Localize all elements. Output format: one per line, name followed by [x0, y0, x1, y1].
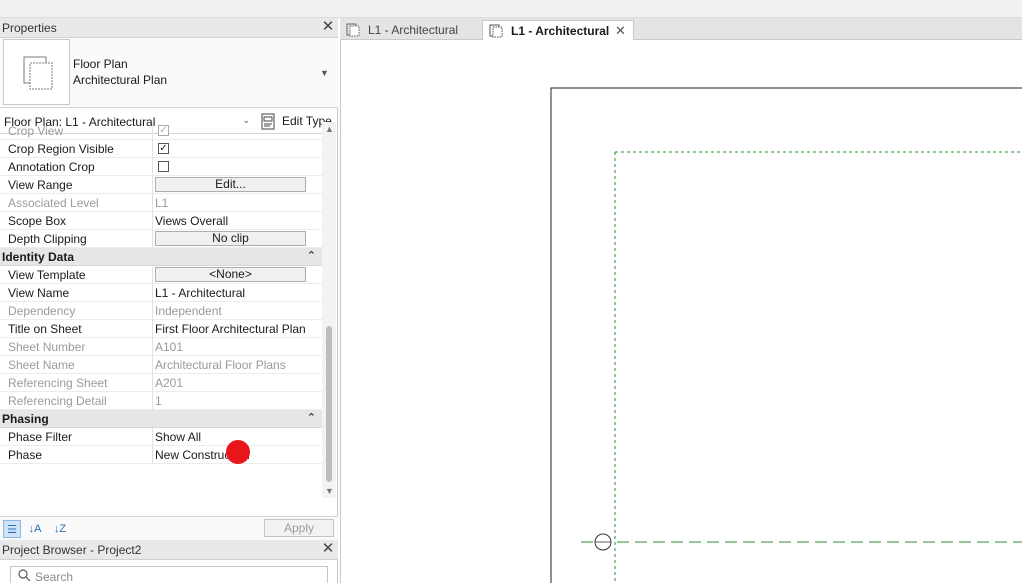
param-name: Crop View	[8, 124, 64, 138]
chevron-down-icon[interactable]: ▼	[320, 68, 330, 78]
search-icon	[18, 569, 31, 582]
row-annotation-crop: Annotation Crop	[0, 158, 322, 176]
row-referencing-sheet: Referencing Sheet A201	[0, 374, 322, 392]
row-depth-clipping: Depth Clipping No clip	[0, 230, 322, 248]
collapse-icon[interactable]: ⌃	[307, 249, 316, 262]
row-sheet-number: Sheet Number A101	[0, 338, 322, 356]
param-name: Associated Level	[8, 196, 99, 210]
param-name: Sheet Number	[8, 340, 86, 354]
param-value: L1	[155, 196, 169, 210]
group-title: Identity Data	[2, 250, 75, 264]
properties-title: Properties	[2, 21, 57, 35]
row-dependency: Dependency Independent	[0, 302, 322, 320]
param-name: View Range	[8, 178, 73, 192]
click-marker	[226, 440, 250, 464]
row-associated-level: Associated Level L1	[0, 194, 322, 212]
search-input[interactable]	[35, 570, 315, 583]
row-scope-box: Scope Box Views Overall	[0, 212, 322, 230]
crop-region-visible-checkbox[interactable]: ✓	[158, 143, 169, 154]
param-name: Scope Box	[8, 214, 67, 228]
row-view-range: View Range Edit...	[0, 176, 322, 194]
param-value: A201	[155, 376, 184, 390]
param-name: Dependency	[8, 304, 76, 318]
group-identity-data[interactable]: Identity Data ⌃	[0, 248, 322, 266]
scrollbar-thumb[interactable]	[326, 326, 332, 482]
floor-plan-icon	[3, 39, 70, 105]
param-name: Depth Clipping	[8, 232, 87, 246]
properties-scrollbar[interactable]: ▲ ▼	[322, 122, 336, 498]
scroll-down-icon[interactable]: ▼	[325, 486, 334, 496]
row-referencing-detail: Referencing Detail 1	[0, 392, 322, 410]
floor-plan-view-icon	[346, 23, 360, 37]
view-name-value[interactable]: L1 - Architectural	[155, 286, 245, 300]
properties-header: Properties ✕	[0, 18, 338, 38]
properties-footer: ☰ ↓A ↓Z Apply	[0, 516, 338, 540]
row-title-on-sheet: Title on Sheet First Floor Architectural…	[0, 320, 322, 338]
row-phase: Phase New Construction	[0, 446, 322, 464]
param-value: A101	[155, 340, 184, 354]
project-browser-title: Project Browser - Project2	[2, 543, 142, 557]
grid-bubble-icon	[594, 533, 612, 551]
view-template-button[interactable]: <None>	[155, 267, 306, 282]
view-tabs: L1 - Architectural L1 - Architectural ✕	[340, 18, 1022, 40]
project-browser-header: Project Browser - Project2 ✕	[0, 540, 338, 560]
param-name: View Name	[8, 286, 70, 300]
crop-view-checkbox: ✓	[158, 125, 169, 136]
properties-grid: Crop View ✓ Crop Region Visible ✓ Annota…	[0, 122, 322, 498]
title-on-sheet-value[interactable]: First Floor Architectural Plan	[155, 322, 306, 336]
row-phase-filter: Phase Filter Show All	[0, 428, 322, 446]
tab-label: L1 - Architectural	[368, 23, 459, 37]
param-name: Sheet Name	[8, 358, 75, 372]
param-name: Annotation Crop	[8, 160, 95, 174]
row-sheet-name: Sheet Name Architectural Floor Plans	[0, 356, 322, 374]
type-selector[interactable]: Floor Plan Architectural Plan ▼	[0, 38, 338, 108]
param-name: View Template	[8, 268, 86, 282]
scope-box-value[interactable]: Views Overall	[155, 214, 228, 228]
tab-label: L1 - Architectural	[511, 24, 610, 38]
param-name: Phase Filter	[8, 430, 73, 444]
close-icon[interactable]: ✕	[320, 19, 336, 35]
apply-button[interactable]: Apply	[264, 519, 334, 537]
close-icon[interactable]: ✕	[320, 541, 336, 557]
tab-l1-architectural-active[interactable]: L1 - Architectural ✕	[482, 20, 634, 40]
floor-plan-drawing	[550, 87, 1022, 583]
close-icon[interactable]: ✕	[615, 23, 626, 39]
row-view-template: View Template <None>	[0, 266, 322, 284]
param-name: Title on Sheet	[8, 322, 82, 336]
type-name: Architectural Plan	[73, 73, 168, 87]
sort-ascending-icon[interactable]: ↓A	[26, 520, 44, 538]
group-phasing[interactable]: Phasing ⌃	[0, 410, 322, 428]
sort-by-group-icon[interactable]: ☰	[3, 520, 21, 538]
project-browser: Project Browser - Project2 ✕	[0, 540, 338, 583]
scroll-up-icon[interactable]: ▲	[325, 124, 334, 134]
phase-filter-value[interactable]: Show All	[155, 430, 201, 444]
annotation-crop-checkbox[interactable]	[158, 161, 169, 172]
param-name: Crop Region Visible	[8, 142, 114, 156]
param-name: Referencing Detail	[8, 394, 107, 408]
type-family: Floor Plan	[73, 57, 128, 71]
floor-plan-view-icon	[489, 24, 503, 38]
collapse-icon[interactable]: ⌃	[307, 411, 316, 424]
depth-clipping-button[interactable]: No clip	[155, 231, 306, 246]
crop-boundary	[550, 87, 1022, 583]
param-value: 1	[155, 394, 162, 408]
row-crop-region-visible: Crop Region Visible ✓	[0, 140, 322, 158]
tab-l1-architectural[interactable]: L1 - Architectural	[340, 20, 478, 40]
sort-descending-icon[interactable]: ↓Z	[51, 520, 69, 538]
drawing-canvas[interactable]	[340, 40, 1022, 583]
row-crop-view: Crop View ✓	[0, 122, 322, 140]
top-strip	[0, 0, 1022, 18]
view-range-edit-button[interactable]: Edit...	[155, 177, 306, 192]
group-title: Phasing	[2, 412, 49, 426]
search-box[interactable]	[10, 566, 328, 583]
param-name: Referencing Sheet	[8, 376, 108, 390]
param-value: Independent	[155, 304, 222, 318]
param-name: Phase	[8, 448, 43, 462]
param-value: Architectural Floor Plans	[155, 358, 286, 372]
row-view-name: View Name L1 - Architectural	[0, 284, 322, 302]
